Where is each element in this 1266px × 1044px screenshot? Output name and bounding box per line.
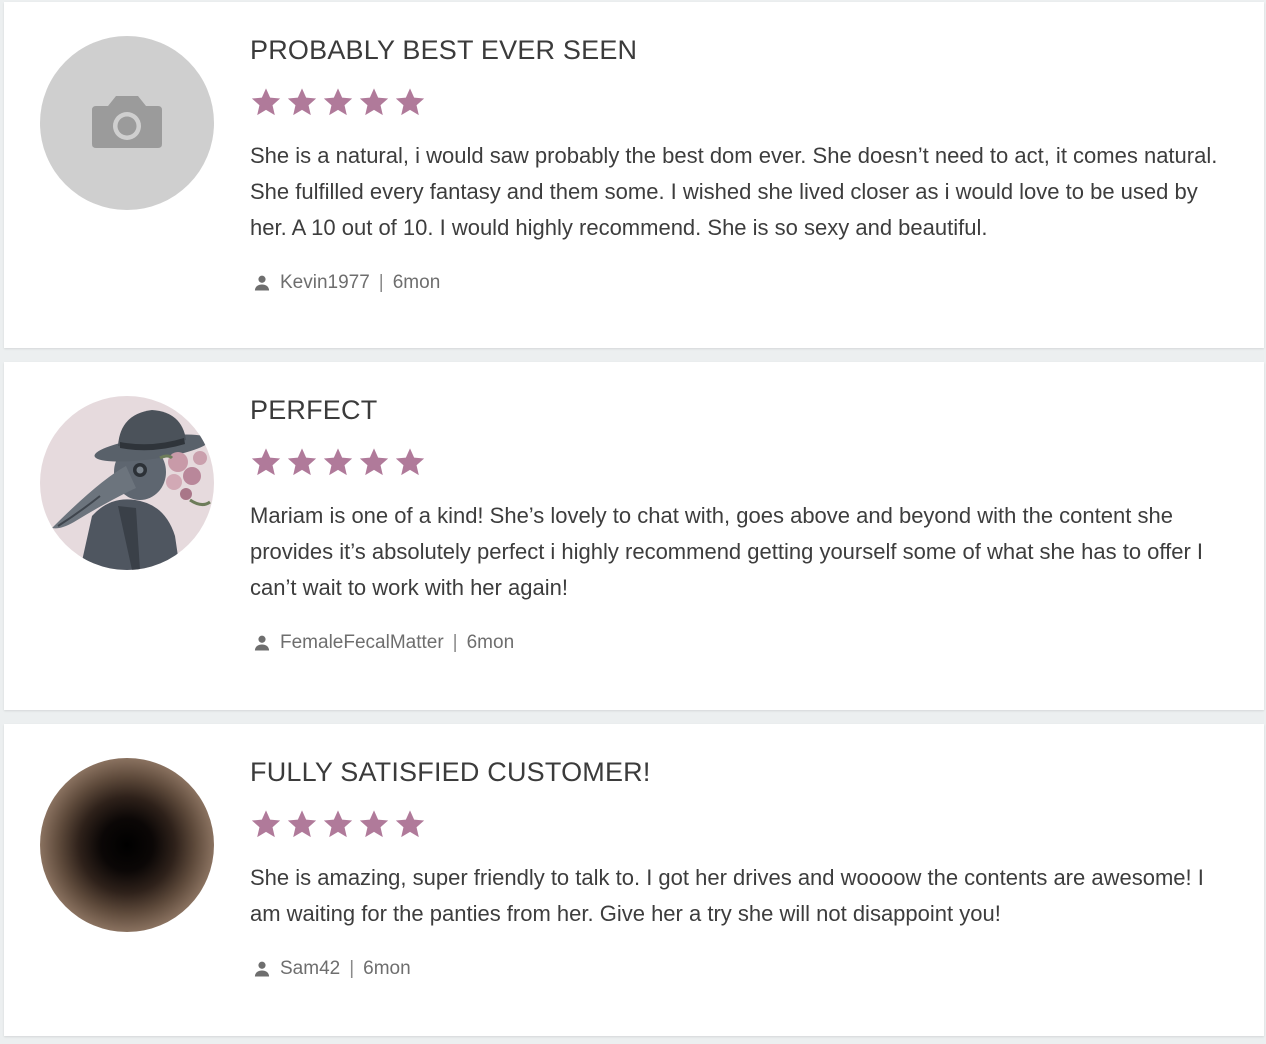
review-meta: Sam42 | 6mon (250, 956, 1234, 982)
user-icon (252, 273, 272, 293)
star-icon (250, 808, 282, 840)
star-icon (250, 86, 282, 118)
star-icon (394, 808, 426, 840)
review-text: She is a natural, i would saw probably t… (250, 143, 1218, 240)
avatar[interactable] (40, 396, 214, 570)
dark-hole-avatar (40, 758, 214, 932)
user-icon (252, 633, 272, 653)
star-icon (286, 808, 318, 840)
avatar[interactable] (40, 758, 214, 932)
review-list: PROBABLY BEST EVER SEEN She is a natural… (0, 0, 1266, 1044)
review-title: FULLY SATISFIED CUSTOMER! (250, 757, 651, 787)
meta-separator: | (349, 958, 355, 979)
review-time: 6mon (466, 632, 515, 653)
reviewer-name[interactable]: FemaleFecalMatter (280, 630, 444, 656)
meta-separator: | (378, 272, 384, 293)
meta-separator: | (452, 632, 458, 653)
review-title: PERFECT (250, 395, 378, 425)
star-icon (322, 446, 354, 478)
review-card: PROBABLY BEST EVER SEEN She is a natural… (4, 2, 1264, 348)
review-title: PROBABLY BEST EVER SEEN (250, 35, 638, 65)
reviewer-name[interactable]: Kevin1977 (280, 270, 370, 296)
review-card: FULLY SATISFIED CUSTOMER! She is amazing… (4, 724, 1264, 1036)
review-text: She is amazing, super friendly to talk t… (250, 865, 1204, 926)
star-icon (394, 446, 426, 478)
star-icon (322, 808, 354, 840)
review-text: Mariam is one of a kind! She’s lovely to… (250, 503, 1204, 600)
plague-doctor-avatar (40, 396, 214, 570)
camera-placeholder-icon (40, 36, 214, 210)
avatar[interactable] (40, 36, 214, 210)
reviewer-name[interactable]: Sam42 (280, 956, 340, 982)
star-rating (250, 446, 1234, 482)
star-icon (250, 446, 282, 478)
review-meta: Kevin1977 | 6mon (250, 270, 1234, 296)
review-time: 6mon (392, 272, 441, 293)
review-meta: FemaleFecalMatter | 6mon (250, 630, 1234, 656)
star-rating (250, 808, 1234, 844)
star-icon (358, 446, 390, 478)
user-icon (252, 959, 272, 979)
star-icon (322, 86, 354, 118)
review-card: PERFECT Mariam is one of a kind! She’s l… (4, 362, 1264, 710)
star-icon (286, 446, 318, 478)
review-time: 6mon (363, 958, 411, 979)
star-icon (358, 86, 390, 118)
star-icon (286, 86, 318, 118)
star-icon (394, 86, 426, 118)
star-icon (358, 808, 390, 840)
star-rating (250, 86, 1234, 122)
